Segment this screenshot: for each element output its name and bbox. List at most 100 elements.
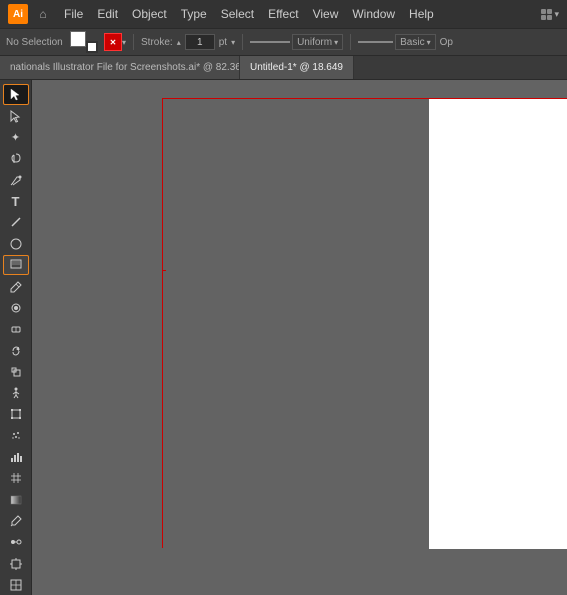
fill-indicator[interactable]: ✕ ▾ [104,33,126,51]
rotate-icon [9,344,23,358]
menu-file[interactable]: File [58,5,89,23]
tab-nationals[interactable]: nationals Illustrator File for Screensho… [0,56,240,80]
selection-tool-icon [9,87,23,101]
slice-icon [9,578,23,592]
uniform-dropdown[interactable]: Uniform ▾ [292,34,343,50]
eraser-icon [9,322,23,336]
control-bar: No Selection ✕ ▾ Stroke: ▴ pt ▾ Uniform … [0,28,567,56]
opacity-label: Op [440,37,453,48]
mesh-tool-btn[interactable] [3,468,29,488]
canvas-area[interactable] [32,80,567,595]
blob-brush-tool-btn[interactable] [3,298,29,318]
stroke-dropdown-arrow[interactable]: ▾ [231,38,235,47]
home-icon[interactable]: ⌂ [34,5,52,23]
tab-untitled[interactable]: Untitled-1* @ 18.649 [240,56,354,80]
free-transform-tool-btn[interactable] [3,404,29,424]
puppet-warp-icon [9,386,23,400]
blob-brush-icon [9,301,23,315]
menu-window[interactable]: Window [346,5,401,23]
menu-select[interactable]: Select [215,5,260,23]
menu-object[interactable]: Object [126,5,173,23]
pen-tool-btn[interactable] [3,170,29,190]
artboard-left-border [162,98,163,548]
pen-icon [9,173,23,187]
stroke-label: Stroke: [141,37,173,48]
separator-2 [242,34,243,50]
blend-icon [9,535,23,549]
ai-logo: Ai [8,4,28,24]
fill-stroke-selector[interactable] [70,31,98,53]
separator-3 [350,34,351,50]
menu-effect[interactable]: Effect [262,5,304,23]
tab-untitled-label: Untitled-1* @ 18.649 [250,62,343,73]
column-graph-tool-btn[interactable] [3,447,29,467]
separator-1 [133,34,134,50]
scale-icon [9,365,23,379]
symbol-sprayer-tool-btn[interactable] [3,426,29,446]
menu-help[interactable]: Help [403,5,440,23]
selection-status: No Selection [6,37,66,48]
tab-nationals-label: nationals Illustrator File for Screensho… [10,62,240,73]
gradient-tool-btn[interactable] [3,490,29,510]
main-area: ✦ T [0,80,567,595]
puppet-warp-tool-btn[interactable] [3,383,29,403]
fill-color-box[interactable]: ✕ [104,33,122,51]
lasso-tool-btn[interactable] [3,148,29,168]
line-icon [9,215,23,229]
workspace-switcher[interactable]: ▾ [541,9,559,20]
artboard-canvas [429,99,567,549]
style-selector[interactable]: Basic ▾ [358,34,435,50]
eraser-tool-btn[interactable] [3,319,29,339]
slice-tool-btn[interactable] [3,575,29,595]
symbol-sprayer-icon [9,429,23,443]
title-bar: Ai ⌂ File Edit Object Type Select Effect… [0,0,567,28]
direct-selection-tool-icon [9,109,23,123]
paintbrush-tool-btn[interactable] [3,255,29,276]
column-graph-icon [9,450,23,464]
mesh-icon [9,471,23,485]
workspace-arrow: ▾ [554,9,559,20]
type-icon: T [12,194,20,209]
paintbrush-icon [9,258,23,272]
menu-type[interactable]: Type [175,5,213,23]
basic-dropdown-arrow[interactable]: ▾ [427,38,431,47]
workspace-icon [541,9,552,20]
uniform-label: Uniform [297,37,332,48]
uniform-dropdown-arrow[interactable]: ▾ [334,38,338,47]
menu-view[interactable]: View [307,5,345,23]
free-transform-icon [9,407,23,421]
stroke-line-preview [250,36,290,48]
lasso-icon [9,151,23,165]
magic-wand-tool-btn[interactable]: ✦ [3,127,29,147]
toolbox: ✦ T [0,80,32,595]
type-tool-btn[interactable]: T [3,191,29,211]
stroke-input[interactable] [185,34,215,50]
rotate-tool-btn[interactable] [3,340,29,360]
artboard-corner-mark [163,270,166,271]
stroke-up-arrow[interactable]: ▴ [177,38,181,47]
blend-tool-btn[interactable] [3,532,29,552]
eyedropper-tool-btn[interactable] [3,511,29,531]
scale-tool-btn[interactable] [3,362,29,382]
artboard-icon [9,557,23,571]
gradient-icon [9,493,23,507]
pencil-icon [9,280,23,294]
eyedropper-icon [9,514,23,528]
line-tool-btn[interactable] [3,212,29,232]
stroke-style-selector[interactable]: Uniform ▾ [250,34,343,50]
stroke-unit: pt [219,37,227,48]
pencil-tool-btn[interactable] [3,276,29,296]
menu-edit[interactable]: Edit [91,5,124,23]
selection-tool-btn[interactable] [3,84,29,105]
tab-bar: nationals Illustrator File for Screensho… [0,56,567,80]
ellipse-icon [9,237,23,251]
basic-label: Basic [400,37,424,48]
direct-selection-tool-btn[interactable] [3,106,29,126]
fill-dropdown-arrow[interactable]: ▾ [122,38,126,47]
magic-wand-icon: ✦ [11,131,20,144]
basic-dropdown[interactable]: Basic ▾ [395,34,435,50]
artboard-tool-btn[interactable] [3,553,29,573]
menu-bar: File Edit Object Type Select Effect View… [58,5,535,23]
ellipse-tool-btn[interactable] [3,233,29,253]
style-preview [358,36,393,48]
